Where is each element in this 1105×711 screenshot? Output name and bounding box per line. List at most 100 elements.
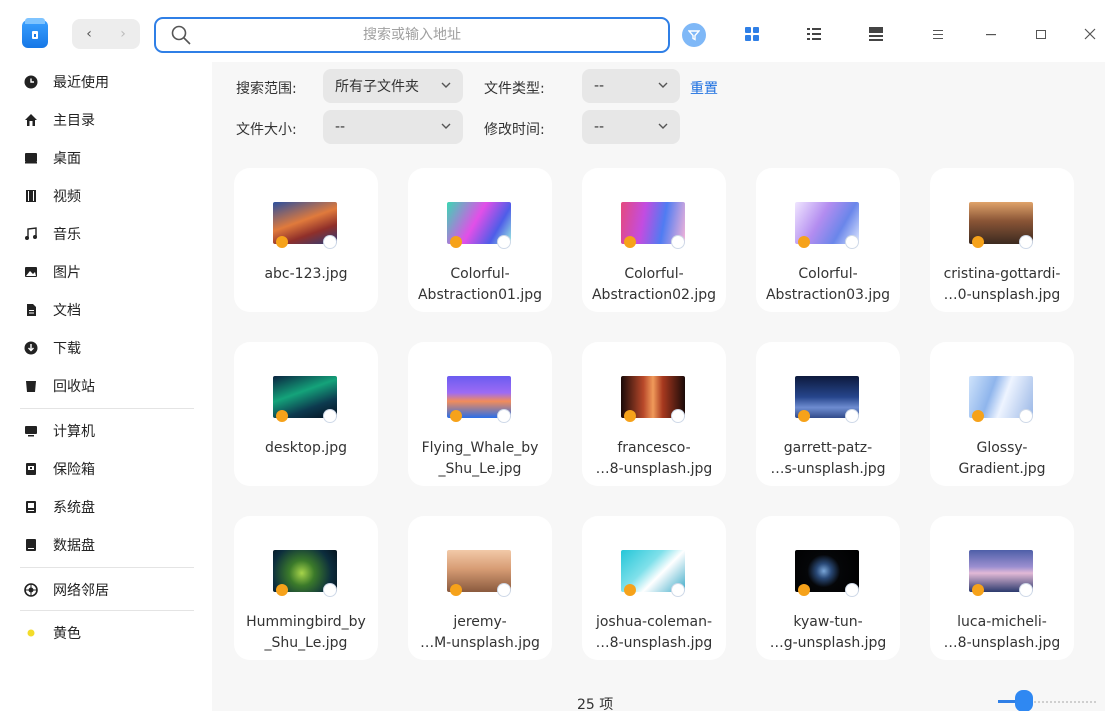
menu-icon bbox=[933, 30, 943, 39]
file-tile[interactable]: luca-micheli- …8-unsplash.jpg bbox=[930, 516, 1074, 660]
share-link-icon bbox=[846, 236, 858, 248]
sidebar-item-label: 最近使用 bbox=[53, 75, 109, 91]
picture-icon bbox=[24, 265, 38, 279]
lock-icon bbox=[276, 236, 288, 248]
maximize-button[interactable] bbox=[1031, 24, 1051, 44]
sidebar-item-videos[interactable]: 视频 bbox=[24, 181, 194, 211]
file-name: desktop.jpg bbox=[265, 440, 347, 456]
search-scope-value: 所有子文件夹 bbox=[335, 79, 419, 95]
sidebar-divider bbox=[20, 610, 194, 611]
close-icon bbox=[1084, 28, 1096, 40]
vault-icon bbox=[24, 462, 38, 476]
file-name: luca-micheli- …8-unsplash.jpg bbox=[943, 614, 1061, 651]
file-type-label: 文件类型: bbox=[484, 81, 545, 97]
lock-icon bbox=[450, 584, 462, 596]
sidebar-item-label: 计算机 bbox=[53, 424, 95, 440]
file-tile[interactable]: joshua-coleman- …8-unsplash.jpg bbox=[582, 516, 726, 660]
sidebar-item-label: 保险箱 bbox=[53, 462, 95, 478]
sidebar-item-network[interactable]: 网络邻居 bbox=[24, 575, 194, 605]
list-view-button[interactable] bbox=[804, 24, 824, 44]
lock-icon bbox=[450, 410, 462, 422]
sidebar-item-label: 视频 bbox=[53, 189, 81, 205]
modified-time-select[interactable]: -- bbox=[582, 110, 680, 144]
chevron-down-icon bbox=[441, 82, 451, 88]
list-view-icon bbox=[807, 28, 821, 40]
menu-button[interactable] bbox=[928, 24, 948, 44]
file-tile[interactable]: francesco- …8-unsplash.jpg bbox=[582, 342, 726, 486]
file-tile[interactable]: Flying_Whale_by _Shu_Le.jpg bbox=[408, 342, 552, 486]
file-name: Hummingbird_by _Shu_Le.jpg bbox=[246, 614, 366, 651]
sidebar-item-music[interactable]: 音乐 bbox=[24, 219, 194, 249]
sidebar-item-system-disk[interactable]: 系统盘 bbox=[24, 492, 194, 522]
lock-icon bbox=[450, 236, 462, 248]
detail-view-button[interactable] bbox=[866, 24, 886, 44]
file-tile[interactable]: jeremy- …M-unsplash.jpg bbox=[408, 516, 552, 660]
share-link-icon bbox=[324, 410, 336, 422]
music-icon bbox=[24, 227, 38, 241]
sidebar-item-label: 下载 bbox=[53, 341, 81, 357]
share-link-icon bbox=[324, 584, 336, 596]
search-scope-select[interactable]: 所有子文件夹 bbox=[323, 69, 463, 103]
detail-view-icon bbox=[869, 27, 883, 41]
file-tile[interactable]: Colorful- Abstraction01.jpg bbox=[408, 168, 552, 312]
file-name: Colorful- Abstraction01.jpg bbox=[417, 266, 543, 303]
lock-icon bbox=[276, 410, 288, 422]
modified-time-label: 修改时间: bbox=[484, 122, 545, 138]
address-search-input[interactable] bbox=[156, 19, 668, 51]
share-link-icon bbox=[324, 236, 336, 248]
file-tile[interactable]: Hummingbird_by _Shu_Le.jpg bbox=[234, 516, 378, 660]
file-size-value: -- bbox=[335, 119, 346, 135]
sidebar-item-desktop[interactable]: 桌面 bbox=[24, 143, 194, 173]
zoom-slider-handle[interactable] bbox=[1015, 690, 1033, 711]
file-tile[interactable]: Colorful- Abstraction03.jpg bbox=[756, 168, 900, 312]
sidebar-item-recent[interactable]: 最近使用 bbox=[24, 67, 194, 97]
file-type-value: -- bbox=[594, 78, 605, 94]
share-link-icon bbox=[672, 236, 684, 248]
close-button[interactable] bbox=[1080, 24, 1100, 44]
share-link-icon bbox=[672, 410, 684, 422]
back-button[interactable]: ‹ bbox=[72, 19, 106, 49]
sidebar-item-label: 黄色 bbox=[53, 626, 81, 642]
lock-icon bbox=[798, 236, 810, 248]
lock-icon bbox=[972, 236, 984, 248]
sidebar-item-downloads[interactable]: 下载 bbox=[24, 333, 194, 363]
share-link-icon bbox=[1020, 410, 1032, 422]
file-name: joshua-coleman- …8-unsplash.jpg bbox=[595, 614, 713, 651]
file-type-select[interactable]: -- bbox=[582, 69, 680, 103]
address-search-box[interactable] bbox=[154, 17, 670, 53]
share-link-icon bbox=[846, 410, 858, 422]
sidebar-item-home[interactable]: 主目录 bbox=[24, 105, 194, 135]
sidebar-item-computer[interactable]: 计算机 bbox=[24, 416, 194, 446]
file-tile[interactable]: Colorful- Abstraction02.jpg bbox=[582, 168, 726, 312]
file-tile[interactable]: desktop.jpg bbox=[234, 342, 378, 486]
file-manager-logo-icon bbox=[22, 18, 48, 48]
file-tile[interactable]: kyaw-tun- …g-unsplash.jpg bbox=[756, 516, 900, 660]
file-tile[interactable]: Glossy- Gradient.jpg bbox=[930, 342, 1074, 486]
icon-view-button[interactable] bbox=[742, 24, 762, 44]
share-link-icon bbox=[846, 584, 858, 596]
sidebar-item-label: 音乐 bbox=[53, 227, 81, 243]
modified-time-value: -- bbox=[594, 119, 605, 135]
reset-filters-link[interactable]: 重置 bbox=[690, 78, 718, 98]
share-link-icon bbox=[1020, 236, 1032, 248]
clock-icon bbox=[24, 75, 38, 89]
file-size-select[interactable]: -- bbox=[323, 110, 463, 144]
sidebar-item-label: 图片 bbox=[53, 265, 81, 281]
navigation-buttons: ‹ › bbox=[72, 19, 140, 49]
sidebar-item-yellow-tag[interactable]: 黄色 bbox=[24, 618, 194, 648]
file-tile[interactable]: garrett-patz- …s-unsplash.jpg bbox=[756, 342, 900, 486]
file-tile[interactable]: cristina-gottardi- …0-unsplash.jpg bbox=[930, 168, 1074, 312]
sidebar-item-pictures[interactable]: 图片 bbox=[24, 257, 194, 287]
lock-icon bbox=[624, 584, 636, 596]
file-tile[interactable]: abc-123.jpg bbox=[234, 168, 378, 312]
sidebar-item-trash[interactable]: 回收站 bbox=[24, 371, 194, 401]
sidebar-item-documents[interactable]: 文档 bbox=[24, 295, 194, 325]
sidebar-item-vault[interactable]: 保险箱 bbox=[24, 454, 194, 484]
sidebar-item-data-disk[interactable]: 数据盘 bbox=[24, 530, 194, 560]
lock-icon bbox=[798, 410, 810, 422]
forward-button[interactable]: › bbox=[106, 19, 140, 49]
sidebar-divider bbox=[20, 408, 194, 409]
filter-button[interactable] bbox=[682, 23, 706, 47]
file-name: francesco- …8-unsplash.jpg bbox=[595, 440, 713, 477]
minimize-button[interactable] bbox=[981, 24, 1001, 44]
